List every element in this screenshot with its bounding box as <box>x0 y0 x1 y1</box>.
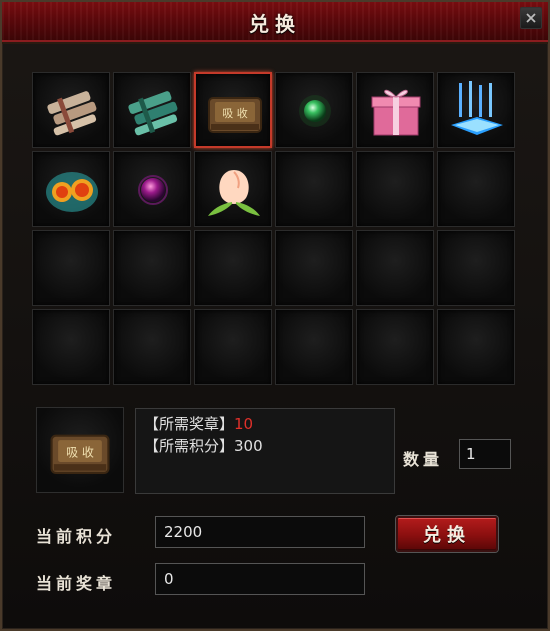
selected-item-preview: 吸 收 <box>36 407 124 493</box>
chest-icon: 吸 收 <box>50 434 110 474</box>
item-slot[interactable] <box>113 72 191 148</box>
current-medals-label: 当前奖章 <box>36 574 117 593</box>
close-icon <box>526 13 536 23</box>
empty-slot[interactable] <box>437 230 515 306</box>
empty-slot[interactable] <box>275 230 353 306</box>
title-bar[interactable]: 兑换 <box>2 2 548 44</box>
item-slot[interactable] <box>356 72 434 148</box>
peach-icon <box>208 170 260 216</box>
required-medals-value: 10 <box>234 415 254 433</box>
current-points-value: 2200 <box>155 516 365 548</box>
exchange-window: 兑换 吸 收 吸 收 【所需奖章】10 【所需积分】300 数量 1 当前积分 … <box>0 0 550 631</box>
item-slot[interactable] <box>275 72 353 148</box>
item-slot[interactable] <box>32 72 110 148</box>
item-slot[interactable] <box>113 151 191 227</box>
quantity-label: 数量 <box>403 450 444 469</box>
gift-box-icon <box>371 89 421 136</box>
empty-slot[interactable] <box>32 309 110 385</box>
exchange-button[interactable]: 兑换 <box>396 516 498 552</box>
required-points-value: 300 <box>234 437 263 455</box>
empty-slot[interactable] <box>32 230 110 306</box>
required-medals-row: 【所需奖章】10 <box>144 413 386 435</box>
required-points-label: 【所需积分】 <box>144 437 235 455</box>
empty-slot[interactable] <box>194 309 272 385</box>
window-title: 兑换 <box>249 12 301 36</box>
item-slot[interactable] <box>194 151 272 227</box>
current-medals-value: 0 <box>155 563 365 595</box>
svg-text:吸 收: 吸 收 <box>66 445 94 459</box>
current-points-label: 当前积分 <box>36 527 117 546</box>
item-slot-selected[interactable]: 吸 收 <box>194 72 272 148</box>
item-slot[interactable] <box>437 72 515 148</box>
empty-slot[interactable] <box>194 230 272 306</box>
empty-slot[interactable] <box>356 230 434 306</box>
jade-bundle-icon <box>128 91 178 136</box>
requirement-info: 【所需奖章】10 【所需积分】300 <box>135 408 395 494</box>
fire-orbs-icon <box>46 172 98 212</box>
empty-slot[interactable] <box>437 151 515 227</box>
close-button[interactable] <box>520 7 542 29</box>
item-slot[interactable] <box>32 151 110 227</box>
empty-slot[interactable] <box>356 309 434 385</box>
scroll-bundle-icon <box>47 91 97 136</box>
required-points-row: 【所需积分】300 <box>144 435 386 457</box>
empty-slot[interactable] <box>275 151 353 227</box>
empty-slot[interactable] <box>275 309 353 385</box>
empty-slot[interactable] <box>113 230 191 306</box>
green-orb-icon <box>299 95 331 127</box>
empty-slot[interactable] <box>437 309 515 385</box>
purple-gem-icon <box>138 175 168 205</box>
empty-slot[interactable] <box>113 309 191 385</box>
item-grid: 吸 收 <box>32 72 515 385</box>
chest-icon: 吸 收 <box>208 97 262 133</box>
blue-crystal-icon <box>451 81 503 135</box>
empty-slot[interactable] <box>356 151 434 227</box>
required-medals-label: 【所需奖章】 <box>144 415 235 433</box>
quantity-input[interactable] <box>459 439 511 469</box>
svg-text:吸 收: 吸 收 <box>222 106 248 120</box>
